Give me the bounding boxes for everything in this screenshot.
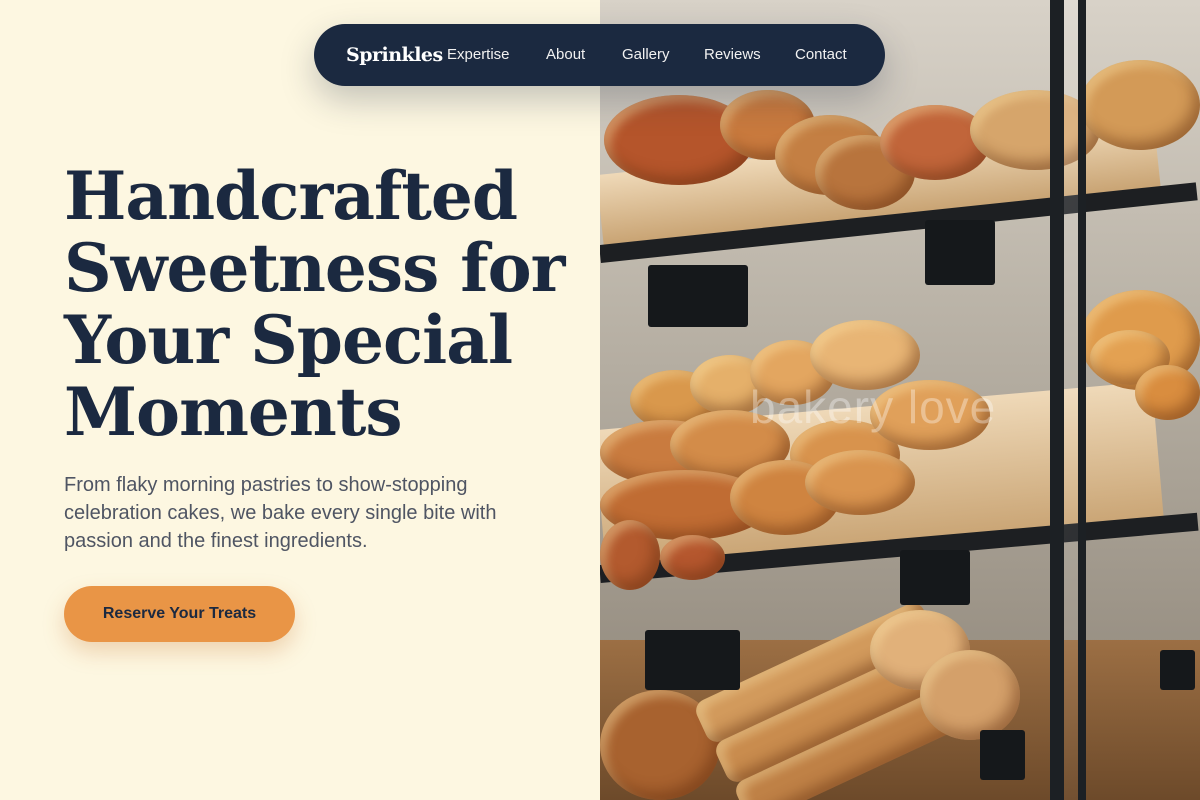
nav-link-contact[interactable]: Contact	[795, 24, 847, 86]
hero-subtitle-line: passion and the finest ingredients.	[64, 530, 368, 552]
bagel	[920, 650, 1020, 740]
price-tag	[645, 630, 740, 690]
nav-link-reviews[interactable]: Reviews	[704, 24, 761, 86]
sausage-roll	[660, 535, 725, 580]
hero-subtitle-line: From flaky morning pastries to show-stop…	[64, 474, 468, 496]
price-tag	[1160, 650, 1195, 690]
croissant	[805, 450, 915, 515]
hero-subtitle-line: celebration cakes, we bake every single …	[64, 502, 497, 524]
price-tag	[648, 265, 748, 327]
nav-link-expertise[interactable]: Expertise	[447, 24, 510, 86]
case-frame	[1078, 0, 1086, 800]
glass-pane	[1064, 0, 1078, 800]
hero-title: Handcrafted Sweetness for Your Special M…	[64, 160, 584, 448]
brand-logo[interactable]: Sprinkles	[346, 24, 443, 86]
sausage-roll	[600, 520, 660, 590]
top-navigation: Sprinkles Expertise About Gallery Review…	[314, 24, 885, 86]
hero-title-line: Moments	[64, 373, 403, 451]
hero-title-line: Sweetness for	[64, 229, 565, 307]
hero-title-line: Handcrafted	[64, 157, 518, 235]
price-tag	[900, 550, 970, 605]
hero-panel: Handcrafted Sweetness for Your Special M…	[0, 0, 600, 800]
hero-subtitle: From flaky morning pastries to show-stop…	[64, 471, 534, 555]
bakery-display-image: bakery love	[600, 0, 1200, 800]
price-tag	[925, 220, 995, 285]
hero-title-line: Your Special	[64, 301, 513, 379]
case-frame	[1050, 0, 1064, 800]
pastry	[1080, 60, 1200, 150]
price-tag	[980, 730, 1025, 780]
reserve-treats-button[interactable]: Reserve Your Treats	[64, 586, 295, 642]
nav-link-gallery[interactable]: Gallery	[622, 24, 670, 86]
photo-watermark: bakery love	[750, 381, 997, 433]
nav-link-about[interactable]: About	[546, 24, 585, 86]
bun	[1135, 365, 1200, 420]
